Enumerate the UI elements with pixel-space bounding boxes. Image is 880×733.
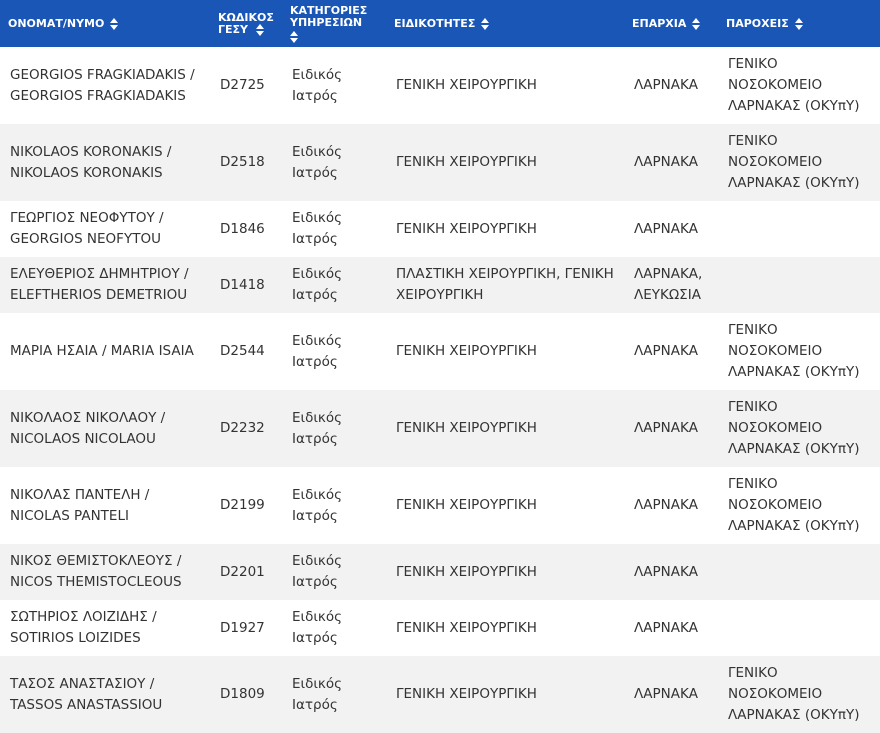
providers <box>718 201 880 257</box>
doctor-name: ΝΙΚΟΛΑΣ ΠΑΝΤΕΛΗ / NICOLAS PANTELI <box>10 486 150 524</box>
specialty: ΠΛΑΣΤΙΚΗ ΧΕΙΡΟΥΡΓΙΚΗ, ΓΕΝΙΚΗ ΧΕΙΡΟΥΡΓΙΚΗ <box>396 266 614 303</box>
providers: ΓΕΝΙΚΟ ΝΟΣΟΚΟΜΕΙΟ ΛΑΡΝΑΚΑΣ (ΟΚΥπΥ) <box>728 665 860 723</box>
column-header-specialty[interactable]: ΕΙΔΙΚΟΤΗΤΕΣ <box>386 0 624 47</box>
providers <box>718 257 880 313</box>
doctor-name: ΕΛΕΥΘΕΡΙΟΣ ΔΗΜΗΤΡΙΟΥ / ELEFTHERIOS DEMET… <box>10 266 189 303</box>
column-header-code[interactable]: ΚΩΔΙΚΟΣ ΓΕΣΥ <box>210 0 282 47</box>
gesy-code: D2199 <box>220 497 265 513</box>
specialty: ΓΕΝΙΚΗ ΧΕΙΡΟΥΡΓΙΚΗ <box>396 619 537 636</box>
service-category: Ειδικός Ιατρός <box>292 266 343 303</box>
table-row: ΝΙΚΟΛΑΟΣ ΝΙΚΟΛΑΟΥ / NICOLAOS NICOLAOU D2… <box>0 390 880 467</box>
table-row: GEORGIOS FRAGKIADAKIS / GEORGIOS FRAGKIA… <box>0 47 880 124</box>
doctor-name: ΜΑΡΙΑ ΗΣΑΙΑ / MARIA ISAIA <box>10 343 194 359</box>
service-category: Ειδικός Ιατρός <box>292 553 343 590</box>
doctor-name: ΣΩΤΗΡΙΟΣ ΛΟΙΖΙΔΗΣ / SOTIRIOS LOIZIDES <box>10 609 157 646</box>
district: ΛΑΡΝΑΚΑ <box>634 686 699 702</box>
table-row: NIKOLAOS KORONAKIS / NIKOLAOS KORONAKIS … <box>0 124 880 201</box>
district: ΛΑΡΝΑΚΑ, ΛΕΥΚΩΣΙΑ <box>634 266 703 303</box>
sort-icon[interactable] <box>110 17 119 30</box>
gesy-code: D1809 <box>220 686 265 702</box>
district: ΛΑΡΝΑΚΑ <box>634 77 699 93</box>
table-row: ΝΙΚΟΣ ΘΕΜΙΣΤΟΚΛΕΟΥΣ / NICOS THEMISTOCLEO… <box>0 544 880 600</box>
table-row: ΣΩΤΗΡΙΟΣ ΛΟΙΖΙΔΗΣ / SOTIRIOS LOIZIDES D1… <box>0 600 880 656</box>
specialty: ΓΕΝΙΚΗ ΧΕΙΡΟΥΡΓΙΚΗ <box>396 77 537 93</box>
column-header-label: ΕΠΑΡΧΙΑ <box>632 16 687 30</box>
gesy-code: D2725 <box>220 77 265 93</box>
service-category: Ειδικός Ιατρός <box>292 66 343 104</box>
gesy-code: D2518 <box>220 154 265 170</box>
column-header-providers[interactable]: ΠΑΡΟΧΕΙΣ <box>718 0 880 47</box>
column-header-name[interactable]: ΟΝΟΜΑΤ/ΝΥΜΟ <box>0 0 210 47</box>
column-header-label: ΕΙΔΙΚΟΤΗΤΕΣ <box>394 16 476 30</box>
doctor-name: GEORGIOS FRAGKIADAKIS / GEORGIOS FRAGKIA… <box>10 66 195 104</box>
district: ΛΑΡΝΑΚΑ <box>634 420 699 436</box>
table-row: ΤΑΣΟΣ ΑΝΑΣΤΑΣΙΟΥ / TASSOS ANASTASSIOU D1… <box>0 656 880 733</box>
providers: ΓΕΝΙΚΟ ΝΟΣΟΚΟΜΕΙΟ ΛΑΡΝΑΚΑΣ (ΟΚΥπΥ) <box>728 56 860 114</box>
table-header-row: ΟΝΟΜΑΤ/ΝΥΜΟ ΚΩΔΙΚΟΣ ΓΕΣΥ ΚΑΤΗΓΟΡΙΕΣ ΥΠΗΡ… <box>0 0 880 47</box>
specialty: ΓΕΝΙΚΗ ΧΕΙΡΟΥΡΓΙΚΗ <box>396 497 537 513</box>
doctor-name: ΝΙΚΟΣ ΘΕΜΙΣΤΟΚΛΕΟΥΣ / NICOS THEMISTOCLEO… <box>10 553 182 590</box>
doctor-name: ΤΑΣΟΣ ΑΝΑΣΤΑΣΙΟΥ / TASSOS ANASTASSIOU <box>10 675 163 713</box>
sort-icon[interactable] <box>794 17 803 30</box>
table-row: ΓΕΩΡΓΙΟΣ ΝΕΟΦΥΤΟΥ / GEORGIOS NEOFYTOU D1… <box>0 201 880 257</box>
service-category: Ειδικός Ιατρός <box>292 332 343 370</box>
service-category: Ειδικός Ιατρός <box>292 675 343 713</box>
providers: ΓΕΝΙΚΟ ΝΟΣΟΚΟΜΕΙΟ ΛΑΡΝΑΚΑΣ (ΟΚΥπΥ) <box>728 133 860 191</box>
doctor-name: NIKOLAOS KORONAKIS / NIKOLAOS KORONAKIS <box>10 143 172 181</box>
providers: ΓΕΝΙΚΟ ΝΟΣΟΚΟΜΕΙΟ ΛΑΡΝΑΚΑΣ (ΟΚΥπΥ) <box>728 476 860 534</box>
specialty: ΓΕΝΙΚΗ ΧΕΙΡΟΥΡΓΙΚΗ <box>396 420 537 436</box>
column-header-label: ΟΝΟΜΑΤ/ΝΥΜΟ <box>8 16 105 30</box>
table-row: ΕΛΕΥΘΕΡΙΟΣ ΔΗΜΗΤΡΙΟΥ / ELEFTHERIOS DEMET… <box>0 257 880 313</box>
district: ΛΑΡΝΑΚΑ <box>634 154 699 170</box>
specialty: ΓΕΝΙΚΗ ΧΕΙΡΟΥΡΓΙΚΗ <box>396 154 537 170</box>
gesy-code: D2544 <box>220 343 265 359</box>
providers: ΓΕΝΙΚΟ ΝΟΣΟΚΟΜΕΙΟ ΛΑΡΝΑΚΑΣ (ΟΚΥπΥ) <box>728 399 860 457</box>
specialty: ΓΕΝΙΚΗ ΧΕΙΡΟΥΡΓΙΚΗ <box>396 343 537 359</box>
district: ΛΑΡΝΑΚΑ <box>634 343 699 359</box>
district: ΛΑΡΝΑΚΑ <box>634 563 699 580</box>
providers <box>718 544 880 600</box>
district: ΛΑΡΝΑΚΑ <box>634 220 699 237</box>
sort-icon[interactable] <box>692 17 701 30</box>
column-header-district[interactable]: ΕΠΑΡΧΙΑ <box>624 0 718 47</box>
sort-icon[interactable] <box>256 23 264 36</box>
table-row: ΜΑΡΙΑ ΗΣΑΙΑ / MARIA ISAIA D2544 Ειδικός … <box>0 313 880 390</box>
column-header-label: ΚΑΤΗΓΟΡΙΕΣ ΥΠΗΡΕΣΙΩΝ <box>290 3 368 29</box>
gesy-code: D1418 <box>220 276 265 293</box>
service-category: Ειδικός Ιατρός <box>292 409 343 447</box>
table-row: ΝΙΚΟΛΑΣ ΠΑΝΤΕΛΗ / NICOLAS PANTELI D2199 … <box>0 467 880 544</box>
service-category: Ειδικός Ιατρός <box>292 609 343 646</box>
specialty: ΓΕΝΙΚΗ ΧΕΙΡΟΥΡΓΙΚΗ <box>396 686 537 702</box>
providers <box>718 600 880 656</box>
district: ΛΑΡΝΑΚΑ <box>634 619 699 636</box>
gesy-code: D2232 <box>220 420 265 436</box>
specialty: ΓΕΝΙΚΗ ΧΕΙΡΟΥΡΓΙΚΗ <box>396 220 537 237</box>
gesy-code: D1846 <box>220 220 265 237</box>
gesy-code: D2201 <box>220 563 265 580</box>
doctors-table: ΟΝΟΜΑΤ/ΝΥΜΟ ΚΩΔΙΚΟΣ ΓΕΣΥ ΚΑΤΗΓΟΡΙΕΣ ΥΠΗΡ… <box>0 0 880 733</box>
doctor-name: ΓΕΩΡΓΙΟΣ ΝΕΟΦΥΤΟΥ / GEORGIOS NEOFYTOU <box>10 210 164 247</box>
column-header-category[interactable]: ΚΑΤΗΓΟΡΙΕΣ ΥΠΗΡΕΣΙΩΝ <box>282 0 386 47</box>
providers: ΓΕΝΙΚΟ ΝΟΣΟΚΟΜΕΙΟ ΛΑΡΝΑΚΑΣ (ΟΚΥπΥ) <box>728 322 860 380</box>
doctor-name: ΝΙΚΟΛΑΟΣ ΝΙΚΟΛΑΟΥ / NICOLAOS NICOLAOU <box>10 409 166 447</box>
sort-icon[interactable] <box>290 30 298 43</box>
gesy-code: D1927 <box>220 619 265 636</box>
district: ΛΑΡΝΑΚΑ <box>634 497 699 513</box>
column-header-label: ΠΑΡΟΧΕΙΣ <box>726 16 789 30</box>
service-category: Ειδικός Ιατρός <box>292 143 343 181</box>
service-category: Ειδικός Ιατρός <box>292 210 343 247</box>
specialty: ΓΕΝΙΚΗ ΧΕΙΡΟΥΡΓΙΚΗ <box>396 563 537 580</box>
service-category: Ειδικός Ιατρός <box>292 486 343 524</box>
sort-icon[interactable] <box>481 17 490 30</box>
